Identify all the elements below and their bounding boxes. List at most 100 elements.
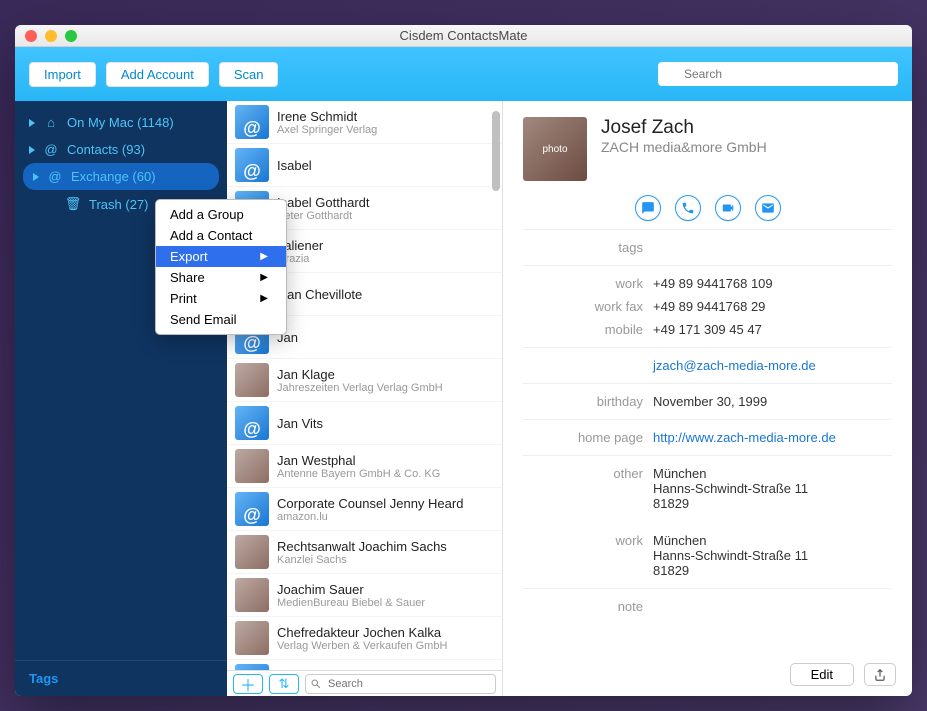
submenu-arrow-icon: ▶ — [260, 272, 268, 283]
submenu-arrow-icon: ▶ — [260, 251, 268, 262]
menu-item[interactable]: Export ▶ — [156, 246, 286, 267]
contact-subtitle: amazon.lu — [277, 511, 463, 523]
sidebar-item-label: On My Mac (1148) — [67, 115, 174, 130]
contact-row[interactable]: @ Isabel — [227, 144, 502, 187]
avatar — [235, 363, 269, 397]
contact-name: Jan Klage — [277, 367, 443, 382]
at-icon: @ — [43, 142, 59, 157]
contact-organization: ZACH media&more GmbH — [601, 139, 767, 155]
submenu-arrow-icon: ▶ — [260, 293, 268, 304]
sidebar-item[interactable]: ⌂ On My Mac (1148) — [15, 109, 227, 136]
homepage-value[interactable]: http://www.zach-media-more.de — [653, 430, 836, 445]
contact-row[interactable]: @Irene SchmidtAxel Springer Verlag — [227, 101, 502, 144]
email-action[interactable] — [755, 195, 781, 221]
contact-name: Rechtsanwalt Joachim Sachs — [277, 539, 447, 554]
share-icon — [873, 668, 887, 682]
contact-row[interactable]: Jan WestphalAntenne Bayern GmbH & Co. KG — [227, 445, 502, 488]
field-label: note — [523, 599, 653, 614]
toolbar-search — [658, 62, 898, 86]
home-icon: ⌂ — [43, 115, 59, 130]
menu-item-label: Add a Group — [170, 207, 244, 222]
contact-row[interactable]: @Joerg HeidrichHeise Zeitschriften Verla… — [227, 660, 502, 670]
toolbar: Import Add Account Scan — [15, 47, 912, 101]
contact-name: Isabel Gotthardt — [277, 195, 370, 210]
contact-subtitle: Axel Springer Verlag — [277, 124, 377, 136]
contact-list-panel: @Irene SchmidtAxel Springer Verlag@Isabe… — [227, 101, 503, 696]
disclosure-icon — [29, 146, 35, 154]
contact-list-footer: ＋ ⇅ — [227, 670, 502, 696]
avatar: @ — [235, 406, 269, 440]
contact-name: Corporate Counsel Jenny Heard — [277, 496, 463, 511]
sidebar-item[interactable]: @ Contacts (93) — [15, 136, 227, 163]
avatar — [235, 578, 269, 612]
import-button[interactable]: Import — [29, 62, 96, 87]
add-contact-button[interactable]: ＋ — [233, 674, 263, 694]
sidebar-item-label: Contacts (93) — [67, 142, 145, 157]
field-label: home page — [523, 430, 653, 445]
disclosure-icon — [33, 173, 39, 181]
menu-item[interactable]: Send Email — [156, 309, 286, 330]
contact-subtitle: Peter Gotthardt — [277, 210, 370, 222]
contact-subtitle: Antenne Bayern GmbH & Co. KG — [277, 468, 440, 480]
contact-name: Isabel — [277, 158, 312, 173]
contact-name: Joachim Sauer — [277, 582, 425, 597]
menu-item-label: Share — [170, 270, 205, 285]
contact-avatar: photo — [523, 117, 587, 181]
field-value: +49 171 309 45 47 — [653, 322, 892, 337]
contact-row[interactable]: Rechtsanwalt Joachim SachsKanzlei Sachs — [227, 531, 502, 574]
sort-button[interactable]: ⇅ — [269, 674, 299, 694]
address-value: MünchenHanns-Schwindt-Straße 1181829 — [653, 533, 892, 578]
field-label: tags — [523, 240, 653, 255]
scan-button[interactable]: Scan — [219, 62, 279, 87]
avatar — [235, 621, 269, 655]
contact-subtitle: Kanzlei Sachs — [277, 554, 447, 566]
sidebar-item-label: Trash (27) — [89, 197, 148, 212]
field-label: other — [523, 466, 653, 511]
menu-item-label: Add a Contact — [170, 228, 252, 243]
video-action[interactable] — [715, 195, 741, 221]
contact-row[interactable]: @ Corporate Counsel Jenny Heardamazon.lu — [227, 488, 502, 531]
address-value: MünchenHanns-Schwindt-Straße 1181829 — [653, 466, 892, 511]
menu-item[interactable]: Share ▶ — [156, 267, 286, 288]
menu-item[interactable]: Add a Contact — [156, 225, 286, 246]
field-label: work — [523, 276, 653, 291]
message-action[interactable] — [635, 195, 661, 221]
menu-item-label: Print — [170, 291, 197, 306]
email-value[interactable]: jzach@zach-media-more.de — [653, 358, 816, 373]
search-input[interactable] — [658, 62, 898, 86]
contact-row[interactable]: Chefredakteur Jochen KalkaVerlag Werben … — [227, 617, 502, 660]
contact-subtitle: Verlag Werben & Verkaufen GmbH — [277, 640, 447, 652]
avatar: @ — [235, 492, 269, 526]
avatar: @ — [235, 105, 269, 139]
field-label: mobile — [523, 322, 653, 337]
contact-row[interactable]: @Jan Vits — [227, 402, 502, 445]
field-label: work — [523, 533, 653, 578]
menu-item-label: Export — [170, 249, 208, 264]
avatar — [235, 535, 269, 569]
contact-name: Josef Zach — [601, 117, 767, 139]
sidebar: ⌂ On My Mac (1148) @ Contacts (93) @Exchange… — [15, 101, 227, 696]
contact-row[interactable]: Jan KlageJahreszeiten Verlag Verlag GmbH — [227, 359, 502, 402]
menu-item[interactable]: Print ▶ — [156, 288, 286, 309]
menu-item[interactable]: Add a Group — [156, 204, 286, 225]
window-title: Cisdem ContactsMate — [15, 28, 912, 43]
edit-button[interactable]: Edit — [790, 663, 854, 686]
disclosure-icon — [29, 119, 35, 127]
menu-item-label: Send Email — [170, 312, 236, 327]
contact-subtitle: MedienBureau Biebel & Sauer — [277, 597, 425, 609]
call-action[interactable] — [675, 195, 701, 221]
contact-subtitle: Jahreszeiten Verlag Verlag GmbH — [277, 382, 443, 394]
contact-row[interactable]: Joachim SauerMedienBureau Biebel & Sauer — [227, 574, 502, 617]
contact-name: Ivan Chevillote — [277, 287, 362, 302]
avatar — [235, 449, 269, 483]
contact-detail-panel: photo Josef Zach ZACH media&more GmbH ta… — [503, 101, 912, 696]
avatar: @ — [235, 148, 269, 182]
sidebar-tags-header: Tags — [15, 660, 227, 696]
context-menu: Add a GroupAdd a ContactExport▶Share▶Pri… — [155, 199, 287, 335]
contact-search-input[interactable] — [305, 674, 496, 694]
contact-list-scrollbar[interactable] — [492, 111, 500, 191]
at-icon: @ — [47, 169, 63, 184]
share-button[interactable] — [864, 663, 896, 686]
add-account-button[interactable]: Add Account — [106, 62, 209, 87]
sidebar-item[interactable]: @Exchange (60) — [23, 163, 219, 190]
